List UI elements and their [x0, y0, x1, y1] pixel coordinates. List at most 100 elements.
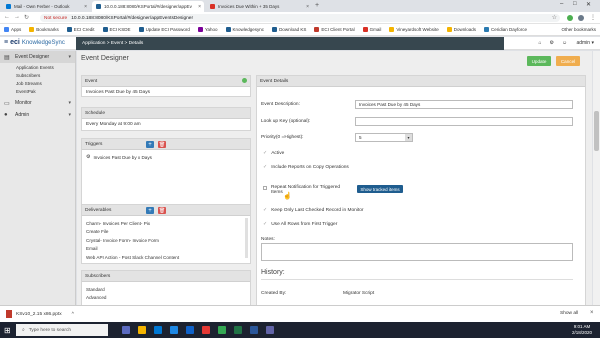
active-checkbox[interactable]: ✓ Active [263, 150, 284, 156]
delete-trigger-button[interactable]: 🗑 [158, 141, 166, 148]
url-text: 10.0.0.188:8080/KSPortal/#/designer/appE… [71, 15, 194, 21]
sidebar-item-event-designer[interactable]: ▤ Event Designer ▾ [0, 51, 75, 63]
include-reports-checkbox[interactable]: ✓ Include Reports on Copy Operations [263, 164, 349, 170]
excel-icon[interactable] [234, 326, 242, 334]
tab-gmail[interactable]: Invoices Due Within + 35 Days × [206, 1, 312, 12]
extension-icon[interactable] [567, 15, 573, 21]
tab-ksportal[interactable]: 10.0.0.188:8080/KSPortal/#/designer/appE… [92, 1, 204, 12]
lookup-key-label: Look up Key (optional): [261, 119, 311, 124]
bookmark-item[interactable]: ECI KSDE [102, 27, 131, 32]
outlook-icon[interactable] [186, 326, 194, 334]
star-icon[interactable]: ☆ [552, 14, 557, 21]
event-panel: Event Invoices Past Due by 45 Days [81, 75, 251, 97]
maximize-icon[interactable]: □ [573, 1, 577, 7]
trigger-item[interactable]: ⚙ Invoices Past Due by x Days [86, 153, 246, 162]
list-item[interactable]: Crystal- Invoice Form- Invoice Form [86, 236, 246, 245]
event-details-panel: Event Details Event Description: Invoice… [256, 75, 586, 305]
page-title: Event Designer [81, 55, 129, 62]
taskbar-search[interactable]: ⌕ Type here to search [16, 324, 108, 336]
outlook-icon [6, 4, 11, 9]
list-item[interactable]: Standard [86, 285, 246, 294]
lookup-key-field[interactable] [355, 117, 573, 126]
home-icon[interactable]: ⌂ [538, 40, 541, 46]
task-view-icon[interactable] [122, 326, 130, 334]
download-item[interactable]: KSv10_2.15 x86.pptx ^ [6, 310, 74, 318]
list-item[interactable]: Charm- Invoices Per Client- Pix [86, 219, 246, 228]
keep-only-last-checkbox[interactable]: ✓ Keep Only Last Checked Record in Monit… [263, 207, 363, 213]
new-tab-icon[interactable]: + [315, 2, 319, 9]
close-icon[interactable]: × [590, 310, 594, 316]
repeat-notification-checkbox[interactable]: Repeat Notification for Triggered Items [263, 185, 340, 195]
bookmark-item[interactable]: Downloads [446, 27, 476, 32]
bookmark-item[interactable]: Update ECI Password [138, 27, 190, 32]
show-all-button[interactable]: Show all [560, 311, 578, 316]
bookmark-apps[interactable]: Apps [4, 27, 21, 32]
sidebar-item-admin[interactable]: ● Admin ▾ [0, 109, 75, 121]
gear-icon[interactable]: ⚙ [549, 40, 553, 46]
show-tracked-items-button[interactable]: Show tracked items [357, 185, 403, 193]
back-icon[interactable]: ← [4, 14, 10, 20]
tab-outlook[interactable]: Mail - Own Ferber - Outlook × [2, 1, 90, 12]
delete-deliverable-button[interactable]: 🗑 [158, 207, 166, 214]
yahoo-icon [197, 27, 203, 32]
taskbar-clock[interactable]: 9:01 AM 2/18/2020 [572, 324, 592, 336]
sidebar-subitem-eventpak[interactable]: EventPak [0, 87, 75, 95]
bookmark-item[interactable]: Gmail [362, 27, 381, 32]
bookmark-item[interactable]: ECI Client Portal [314, 27, 355, 32]
site-icon [272, 27, 278, 32]
close-icon[interactable]: × [84, 4, 87, 10]
check-icon: ✓ [263, 207, 268, 213]
scroll-thumb[interactable] [594, 111, 599, 151]
deliverables-scrollbar[interactable] [245, 218, 248, 258]
bookmark-item[interactable]: Ceridian Dayforce [484, 27, 527, 32]
edge-icon[interactable] [154, 326, 162, 334]
profile-icon[interactable] [578, 15, 584, 21]
list-item[interactable]: Create File [86, 228, 246, 237]
bookmark-item[interactable]: ECI Credit [66, 27, 95, 32]
window-close-icon[interactable]: ✕ [586, 1, 591, 8]
user-menu[interactable]: ☺ admin ▾ [562, 40, 594, 46]
list-item[interactable]: Web API Action - Post Slack Channel Cont… [86, 253, 246, 262]
word-icon[interactable] [250, 326, 258, 334]
forward-icon[interactable]: → [14, 14, 20, 20]
app-icon[interactable] [202, 326, 210, 334]
schedule-panel[interactable]: Schedule Every Monday at 9:00 am [81, 107, 251, 131]
priority-select[interactable]: 5 ▾ [355, 133, 413, 142]
close-icon[interactable]: × [198, 4, 201, 10]
chrome-icon[interactable] [218, 326, 226, 334]
teams-icon[interactable] [266, 326, 274, 334]
site-icon [138, 27, 144, 32]
list-item[interactable]: Advanced [86, 294, 246, 303]
sidebar-subitem-job-streams[interactable]: Job Streams [0, 79, 75, 87]
page-scrollbar[interactable] [593, 51, 600, 305]
list-item[interactable]: Email [86, 245, 246, 254]
sidebar-subitem-application-events[interactable]: Application Events [0, 63, 75, 71]
bookmark-item[interactable]: Knowledgesync [225, 27, 264, 32]
notes-textarea[interactable] [261, 243, 573, 261]
bookmark-item[interactable]: Vineyardsoft Website [389, 27, 439, 32]
add-trigger-button[interactable]: + [146, 141, 154, 148]
bookmark-item[interactable]: Yahoo [197, 27, 218, 32]
bookmark-item[interactable]: Bookmarks [29, 27, 59, 32]
use-all-rows-checkbox[interactable]: ✓ Use All Rows from First Trigger [263, 221, 337, 227]
file-explorer-icon[interactable] [138, 326, 146, 334]
designer-icon: ▤ [4, 54, 10, 61]
menu-dots-icon[interactable]: ⋮ [590, 14, 596, 21]
menu-icon[interactable]: ≡ [4, 39, 8, 46]
sidebar-item-monitor[interactable]: ▭ Monitor ▾ [0, 97, 75, 109]
event-description-field[interactable]: Invoices Past Due by 45 Days [355, 100, 573, 109]
not-secure-label: Not secure [44, 15, 68, 21]
store-icon[interactable] [170, 326, 178, 334]
windows-start-icon[interactable]: ⊞ [4, 326, 11, 335]
add-deliverable-button[interactable]: + [146, 207, 154, 214]
reload-icon[interactable]: ↻ [24, 14, 29, 21]
cancel-button[interactable]: Cancel [556, 56, 580, 66]
bookmark-item[interactable]: Download KS [272, 27, 306, 32]
chevron-up-icon[interactable]: ^ [72, 312, 74, 317]
update-button[interactable]: Update [527, 56, 551, 66]
other-bookmarks[interactable]: Other bookmarks [561, 27, 596, 32]
url-field[interactable]: Not secure 10.0.0.188:8080/KSPortal/#/de… [40, 14, 560, 22]
minimize-icon[interactable]: – [560, 1, 563, 7]
close-icon[interactable]: × [306, 4, 309, 10]
sidebar-subitem-subscribers[interactable]: Subscribers [0, 71, 75, 79]
